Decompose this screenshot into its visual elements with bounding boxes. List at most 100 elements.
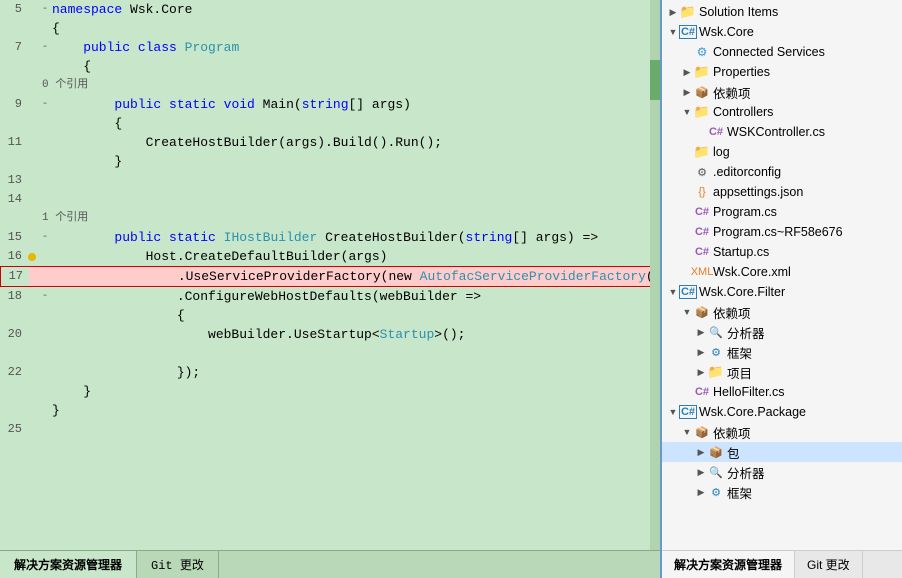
tree-arrow[interactable] xyxy=(666,407,680,417)
tree-item-filter-project[interactable]: 📁项目 xyxy=(662,362,902,382)
code-line: } xyxy=(0,401,660,420)
code-text: .UseServiceProviderFactory(new AutofacSe… xyxy=(53,267,660,286)
tree-arrow[interactable] xyxy=(680,307,694,317)
code-text: webBuilder.UseStartup<Startup>(); xyxy=(52,325,656,344)
tree-item-startup-cs[interactable]: C#Startup.cs xyxy=(662,242,902,262)
code-line: 9- public static void Main(string[] args… xyxy=(0,95,660,114)
tree-item-filter-framework[interactable]: ⚙框架 xyxy=(662,342,902,362)
bottom-tab[interactable]: Git 更改 xyxy=(137,551,219,578)
tree-arrow[interactable] xyxy=(666,7,680,18)
line-number: 5 xyxy=(0,0,28,19)
connected-icon: ⚙ xyxy=(694,44,710,60)
code-editor[interactable]: 5-namespace Wsk.Core{7- public class Pro… xyxy=(0,0,660,550)
code-text: namespace Wsk.Core xyxy=(52,0,656,19)
cs-icon: C# xyxy=(694,204,710,220)
tree-item-appsettings[interactable]: {}appsettings.json xyxy=(662,182,902,202)
expand-button[interactable]: - xyxy=(38,0,52,19)
tree-item-log[interactable]: 📁log xyxy=(662,142,902,162)
code-scrollbar-thumb[interactable] xyxy=(650,60,660,100)
tree-item-label: 框架 xyxy=(727,483,752,502)
code-line: 17 .UseServiceProviderFactory(new Autofa… xyxy=(0,266,660,287)
tree-arrow[interactable] xyxy=(680,427,694,437)
solution-footer-tab[interactable]: Git 更改 xyxy=(795,551,863,578)
code-text: public static void Main(string[] args) xyxy=(52,95,656,114)
code-text: { xyxy=(52,19,656,38)
tree-arrow[interactable] xyxy=(666,287,680,297)
cs-proj-icon: C# xyxy=(680,24,696,40)
tree-item-program-cs-rf[interactable]: C#Program.cs~RF58e676 xyxy=(662,222,902,242)
tree-item-editorconfig[interactable]: ⚙.editorconfig xyxy=(662,162,902,182)
tree-item-label: .editorconfig xyxy=(713,165,781,179)
analyzer-icon: 🔍 xyxy=(708,464,724,480)
tree-item-label: appsettings.json xyxy=(713,185,803,199)
tree-arrow[interactable] xyxy=(694,487,708,498)
tree-item-properties[interactable]: 📁Properties xyxy=(662,62,902,82)
line-number: 17 xyxy=(1,267,29,286)
tree-item-controllers[interactable]: 📁Controllers xyxy=(662,102,902,122)
tree-item-wsk-core-xml[interactable]: XMLWsk.Core.xml xyxy=(662,262,902,282)
dep-icon: 📦 xyxy=(694,304,710,320)
tree-item-filter-dep[interactable]: 📦依赖项 xyxy=(662,302,902,322)
folder-icon: 📁 xyxy=(680,4,696,20)
dep-icon: 📦 xyxy=(694,84,710,100)
folder-icon: 📁 xyxy=(694,144,710,160)
code-line: 5-namespace Wsk.Core xyxy=(0,0,660,19)
cs-proj-icon: C# xyxy=(680,404,696,420)
solution-footer: 解决方案资源管理器Git 更改 xyxy=(662,550,902,578)
code-text: }); xyxy=(52,363,656,382)
solution-footer-tab[interactable]: 解决方案资源管理器 xyxy=(662,551,795,578)
tree-arrow[interactable] xyxy=(694,347,708,358)
tree-arrow[interactable] xyxy=(694,467,708,478)
line-number: 9 xyxy=(0,95,28,114)
tree-item-label: Wsk.Core.xml xyxy=(713,265,791,279)
tree-item-label: Startup.cs xyxy=(713,245,769,259)
tree-arrow[interactable] xyxy=(694,327,708,338)
tree-item-wsk-core[interactable]: C#Wsk.Core xyxy=(662,22,902,42)
code-text: public static IHostBuilder CreateHostBui… xyxy=(52,228,656,247)
code-line: 25 xyxy=(0,420,660,439)
expand-button[interactable]: - xyxy=(38,95,52,114)
bottom-tab[interactable]: 解决方案资源管理器 xyxy=(0,551,137,578)
tree-arrow[interactable] xyxy=(680,67,694,78)
tree-item-wsk-core-filter[interactable]: C#Wsk.Core.Filter xyxy=(662,282,902,302)
xml-icon: XML xyxy=(694,264,710,280)
tree-item-package-dep[interactable]: 📦依赖项 xyxy=(662,422,902,442)
code-text: { xyxy=(52,306,656,325)
expand-button[interactable]: - xyxy=(38,287,52,306)
tree-item-label: 框架 xyxy=(727,343,752,362)
tree-item-label: log xyxy=(713,145,730,159)
code-line: 11 CreateHostBuilder(args).Build().Run()… xyxy=(0,133,660,152)
code-panel: 5-namespace Wsk.Core{7- public class Pro… xyxy=(0,0,660,578)
ref-count-line: 0 个引用 xyxy=(0,76,660,95)
tree-arrow[interactable] xyxy=(694,447,708,458)
tree-item-package-pkg[interactable]: 📦包 xyxy=(662,442,902,462)
code-line: } xyxy=(0,152,660,171)
tree-arrow[interactable] xyxy=(680,87,694,98)
tree-item-filter-analyzer[interactable]: 🔍分析器 xyxy=(662,322,902,342)
tree-item-label: 分析器 xyxy=(727,463,765,482)
tree-item-package-analyzer[interactable]: 🔍分析器 xyxy=(662,462,902,482)
tree-item-connected-services[interactable]: ⚙Connected Services xyxy=(662,42,902,62)
tree-item-program-cs[interactable]: C#Program.cs xyxy=(662,202,902,222)
cs-icon: C# xyxy=(694,384,710,400)
tree-arrow[interactable] xyxy=(666,27,680,37)
expand-button[interactable]: - xyxy=(38,38,52,57)
solution-tree[interactable]: 📁Solution ItemsC#Wsk.Core⚙Connected Serv… xyxy=(662,0,902,550)
expand-button[interactable]: - xyxy=(38,228,52,247)
line-number: 13 xyxy=(0,171,28,190)
code-text: } xyxy=(52,152,656,171)
tree-item-wsk-core-package[interactable]: C#Wsk.Core.Package xyxy=(662,402,902,422)
tree-item-wsk-controller[interactable]: C#WSKController.cs xyxy=(662,122,902,142)
code-text: { xyxy=(52,57,656,76)
cs-icon: C# xyxy=(694,244,710,260)
code-scrollbar[interactable] xyxy=(650,0,660,550)
tree-item-solution-items[interactable]: 📁Solution Items xyxy=(662,2,902,22)
code-text: Host.CreateDefaultBuilder(args) xyxy=(52,247,656,266)
tree-arrow[interactable] xyxy=(680,107,694,117)
tree-item-package-framework[interactable]: ⚙框架 xyxy=(662,482,902,502)
tree-item-label: Wsk.Core.Filter xyxy=(699,285,785,299)
tree-arrow[interactable] xyxy=(694,367,708,378)
tree-item-dependencies[interactable]: 📦依赖项 xyxy=(662,82,902,102)
tree-item-label: Controllers xyxy=(713,105,773,119)
tree-item-hello-filter[interactable]: C#HelloFilter.cs xyxy=(662,382,902,402)
